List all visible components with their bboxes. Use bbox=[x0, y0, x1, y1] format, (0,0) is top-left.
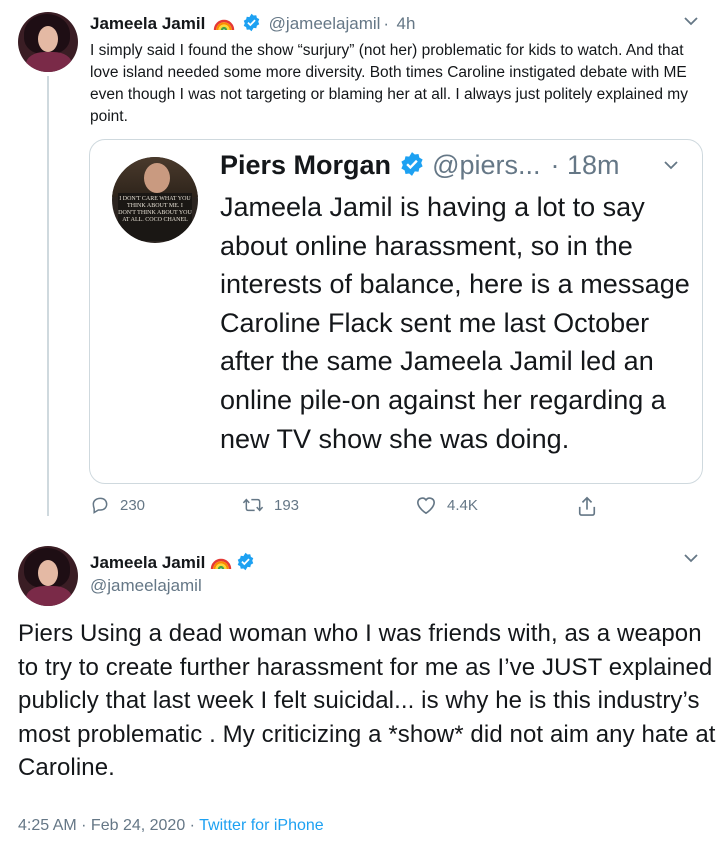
retweet-button[interactable]: 193 bbox=[242, 495, 299, 515]
avatar-sign-text: I don't care what you think about me. I … bbox=[118, 193, 192, 241]
tweet2-header: Jameela Jamil bbox=[90, 552, 255, 573]
like-button[interactable]: 4.4K bbox=[415, 495, 478, 515]
share-button[interactable] bbox=[577, 495, 597, 517]
avatar-jameela-2[interactable] bbox=[18, 546, 78, 606]
tweet2-text: Piers Using a dead woman who I was frien… bbox=[18, 620, 716, 782]
tweet1-text: I simply said I found the show “surjury”… bbox=[90, 42, 688, 125]
reply-count: 230 bbox=[120, 496, 146, 514]
like-count: 4.4K bbox=[447, 496, 478, 514]
tweet2-timestamp[interactable]: 4:25 AM · Feb 24, 2020 · bbox=[18, 817, 199, 834]
quote-display-name[interactable]: Piers Morgan bbox=[220, 150, 391, 180]
avatar-piers[interactable]: I don't care what you think about me. I … bbox=[112, 157, 198, 243]
tweet1-display-name[interactable]: Jameela Jamil bbox=[90, 14, 205, 33]
reply-button[interactable]: 230 bbox=[90, 495, 145, 515]
quote-time[interactable]: · 18m bbox=[551, 150, 620, 180]
thread-line bbox=[47, 76, 49, 516]
verified-badge-icon bbox=[237, 552, 254, 571]
tweet1-separator: · bbox=[383, 14, 390, 33]
retweet-count: 193 bbox=[274, 496, 300, 514]
tweet-actions: 230 193 4.4K bbox=[90, 495, 610, 525]
chevron-down-icon[interactable] bbox=[682, 551, 700, 565]
tweet1-time[interactable]: 4h bbox=[397, 14, 416, 33]
chevron-down-icon[interactable] bbox=[662, 158, 680, 172]
like-icon bbox=[416, 497, 436, 515]
chevron-down-icon[interactable] bbox=[682, 14, 700, 28]
tweet2-source-link[interactable]: Twitter for iPhone bbox=[199, 817, 324, 834]
reply-icon bbox=[92, 497, 108, 514]
share-icon bbox=[578, 496, 596, 516]
tweet1-handle[interactable]: @jameelajamil bbox=[269, 14, 381, 33]
tweet2-meta: 4:25 AM · Feb 24, 2020 · Twitter for iPh… bbox=[18, 817, 324, 835]
retweet-icon bbox=[242, 498, 264, 512]
avatar-jameela-1[interactable] bbox=[18, 12, 78, 72]
rainbow-emoji-icon bbox=[213, 19, 234, 31]
quote-handle[interactable]: @piers... bbox=[432, 150, 540, 180]
verified-badge-icon bbox=[400, 152, 423, 176]
tweet2-handle[interactable]: @jameelajamil bbox=[90, 576, 202, 596]
verified-badge-icon bbox=[243, 13, 260, 32]
quote-header: Piers Morgan @piers... · 18m bbox=[220, 150, 620, 181]
rainbow-emoji-icon bbox=[210, 558, 231, 570]
tweet2-display-name[interactable]: Jameela Jamil bbox=[90, 553, 205, 572]
quote-text: Jameela Jamil is having a lot to say abo… bbox=[220, 192, 690, 454]
tweet1-header: Jameela Jamil @jameelajamil · 4h bbox=[90, 13, 418, 34]
quoted-tweet-card[interactable]: I don't care what you think about me. I … bbox=[89, 139, 703, 484]
